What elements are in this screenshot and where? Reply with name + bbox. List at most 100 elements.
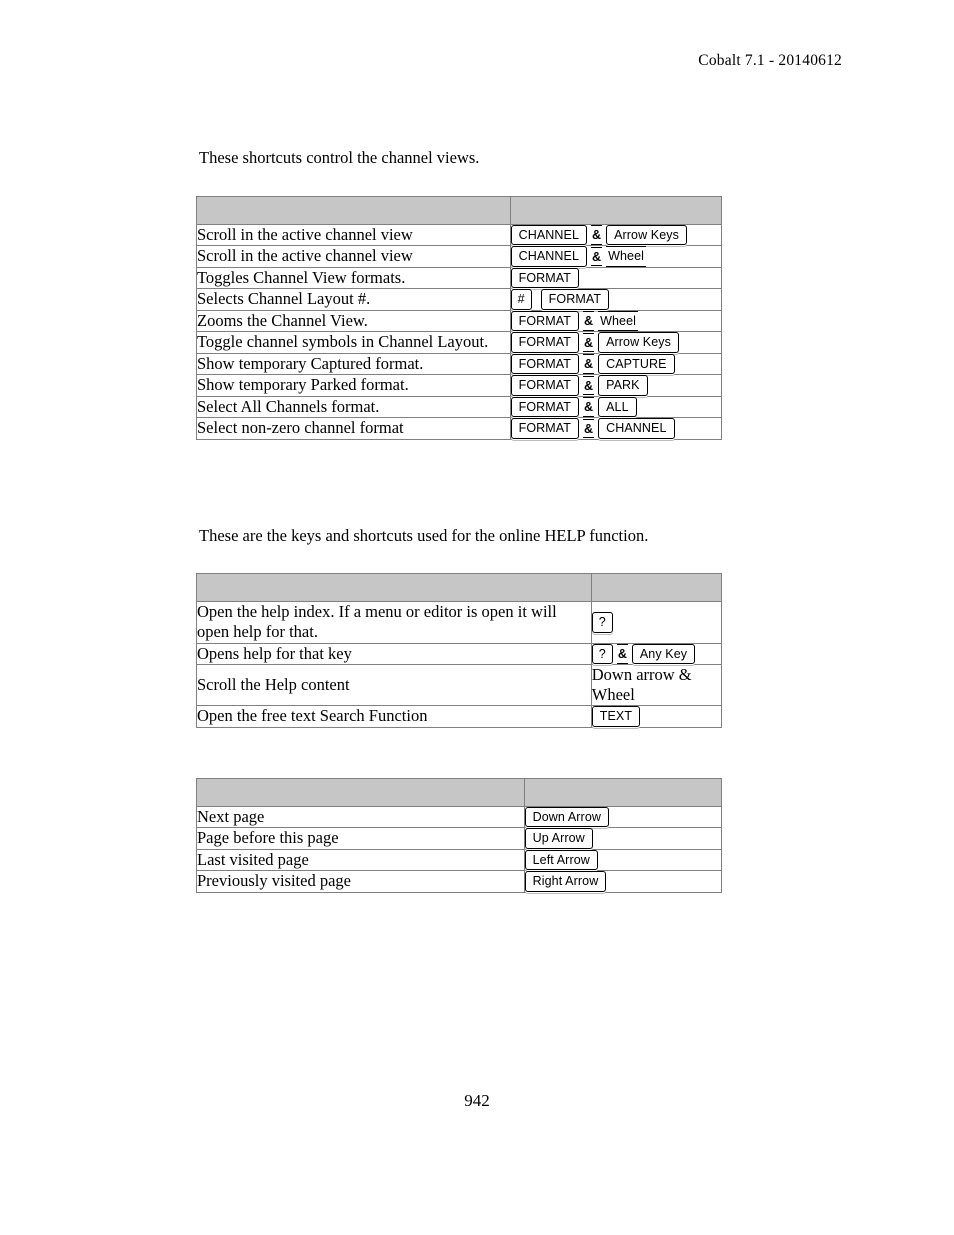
table-row: Toggle channel symbols in Channel Layout… <box>196 331 723 354</box>
key-combo-separator: & <box>583 354 595 374</box>
shortcut-description: Show temporary Captured format. <box>196 352 511 376</box>
shortcut-description: Select non-zero channel format <box>196 417 511 440</box>
key-cap-channel[interactable]: CHANNEL <box>510 246 588 267</box>
shortcut-description: Selects Channel Layout #. <box>196 288 511 311</box>
key-combo-separator: & <box>591 225 603 245</box>
table-body-help: Open the help index. If a menu or editor… <box>196 573 723 728</box>
table-row: Opens help for that key? & Any Key <box>196 642 723 665</box>
key-combo-separator: & <box>616 644 628 664</box>
table-row: Open the help index. If a menu or editor… <box>196 601 723 644</box>
shortcut-description: Scroll in the active channel view <box>196 223 511 247</box>
shortcut-keys: CHANNEL & Wheel <box>509 245 723 268</box>
table-row: Scroll in the active channel view CHANNEL… <box>196 223 723 247</box>
key-combo-separator: & <box>583 375 595 396</box>
shortcut-description: Last visited page <box>196 848 525 872</box>
key-cap-arrow-keys[interactable]: Arrow Keys <box>598 332 679 353</box>
table-row: Select non-zero channel format FORMAT & CHA… <box>196 417 723 440</box>
shortcut-keys: Down arrow & Wheel <box>590 663 723 707</box>
table-row: Last visited page Left Arrow <box>196 848 723 872</box>
key-cap-format[interactable]: FORMAT <box>510 332 580 353</box>
key-cap-format[interactable]: FORMAT <box>510 396 580 418</box>
key-cap-arrow-keys[interactable]: Arrow Keys <box>606 224 687 246</box>
key-combo-separator: & <box>583 397 595 417</box>
key-combo-separator: & <box>583 311 595 331</box>
shortcut-description: Show temporary Parked format. <box>196 374 511 397</box>
key-cap-channel[interactable]: CHANNEL <box>510 224 588 246</box>
table-help: Open the help index. If a menu or editor… <box>196 573 723 728</box>
table-header-cell-description <box>196 777 525 807</box>
key-cap-text[interactable]: TEXT <box>591 706 641 727</box>
key-cap-left-arrow[interactable]: Left Arrow <box>524 849 598 871</box>
shortcut-keys: FORMAT & CAPTURE <box>509 352 723 376</box>
shortcut-description: Opens help for that key <box>196 642 592 665</box>
shortcut-keys: TEXT <box>590 705 723 728</box>
table-navigation: Next page Down Arrow Page before this page… <box>196 777 723 893</box>
key-cap-format[interactable]: FORMAT <box>510 418 580 439</box>
key-cap-format[interactable]: FORMAT <box>510 267 580 289</box>
table-header-cell-keys <box>590 573 723 603</box>
shortcut-keys: Right Arrow <box>523 870 723 893</box>
key-combo-separator: & <box>591 246 603 267</box>
table-header-cell-keys <box>509 195 723 225</box>
table-header-row <box>196 777 723 807</box>
table-row: Page before this page Up Arrow <box>196 827 723 850</box>
key-combo-separator: & <box>583 332 595 353</box>
key-cap-all[interactable]: ALL <box>598 396 637 418</box>
key-combo-separator: & <box>583 418 595 439</box>
shortcut-description: Open the help index. If a menu or editor… <box>196 601 592 644</box>
shortcut-description: Page before this page <box>196 827 525 850</box>
key-cap-up-arrow[interactable]: Up Arrow <box>524 828 593 849</box>
shortcut-keys: ? <box>590 601 723 644</box>
shortcut-description: Scroll the Help content <box>196 663 592 707</box>
key-cap-format[interactable]: FORMAT <box>510 310 580 332</box>
key-cap-[interactable]: # <box>510 289 532 310</box>
table-row: Scroll in the active channel view CHANNEL… <box>196 245 723 268</box>
shortcut-keys: Left Arrow <box>523 848 723 872</box>
shortcut-keys: FORMAT & Arrow Keys <box>509 331 723 354</box>
table-row: Show temporary Captured format. FORMAT & CA… <box>196 352 723 376</box>
key-cap-[interactable]: ? <box>591 643 613 664</box>
table-header-cell-description <box>196 573 592 603</box>
shortcut-keys: ? & Any Key <box>590 642 723 665</box>
key-cap-format[interactable]: FORMAT <box>510 353 580 375</box>
shortcut-description: Next page <box>196 805 525 829</box>
key-cap-right-arrow[interactable]: Right Arrow <box>524 871 607 892</box>
shortcut-description: Scroll in the active channel view <box>196 245 511 268</box>
shortcut-keys: FORMAT <box>509 266 723 290</box>
key-cap-down-arrow[interactable]: Down Arrow <box>524 806 609 828</box>
key-cap-any-key[interactable]: Any Key <box>631 643 696 664</box>
key-cap-capture[interactable]: CAPTURE <box>598 353 675 375</box>
table-header-cell-description <box>196 195 511 225</box>
shortcut-description: Toggle channel symbols in Channel Layout… <box>196 331 511 354</box>
key-cap-format[interactable]: FORMAT <box>540 289 610 310</box>
shortcut-description: Select All Channels format. <box>196 395 511 419</box>
shortcut-description: Zooms the Channel View. <box>196 309 511 333</box>
shortcut-keys: Up Arrow <box>523 827 723 850</box>
shortcut-keys: FORMAT & Wheel <box>509 309 723 333</box>
key-cap-wheel[interactable]: Wheel <box>606 246 646 267</box>
table-row: Previously visited page Right Arrow <box>196 870 723 893</box>
shortcut-keys: FORMAT & PARK <box>509 374 723 397</box>
table-row: Select All Channels format. FORMAT & ALL <box>196 395 723 419</box>
table-channel-views: Scroll in the active channel view CHANNEL… <box>196 195 723 440</box>
table-row: Next page Down Arrow <box>196 805 723 829</box>
shortcut-keys: # FORMAT <box>509 288 723 311</box>
page-content: These shortcuts control the channel view… <box>196 148 816 893</box>
table-row: Scroll the Help content Down arrow & Whee… <box>196 663 723 707</box>
shortcut-keys: CHANNEL & Arrow Keys <box>509 223 723 247</box>
table-row: Show temporary Parked format. FORMAT & PARK <box>196 374 723 397</box>
table-row: Open the free text Search Function TEXT <box>196 705 723 728</box>
shortcut-description: Open the free text Search Function <box>196 705 592 728</box>
key-cap-wheel[interactable]: Wheel <box>598 310 639 332</box>
key-cap-channel[interactable]: CHANNEL <box>598 418 675 439</box>
shortcut-keys: Down Arrow <box>523 805 723 829</box>
table-header-row <box>196 195 723 225</box>
key-cap-park[interactable]: PARK <box>598 375 648 396</box>
intro-text-help: These are the keys and shortcuts used fo… <box>199 525 649 545</box>
table-header-row <box>196 573 723 603</box>
table-body-navigation: Next page Down Arrow Page before this page… <box>196 777 723 893</box>
table-row: Toggles Channel View formats. FORMAT <box>196 266 723 290</box>
key-cap-[interactable]: ? <box>591 612 613 633</box>
key-cap-format[interactable]: FORMAT <box>510 375 580 396</box>
